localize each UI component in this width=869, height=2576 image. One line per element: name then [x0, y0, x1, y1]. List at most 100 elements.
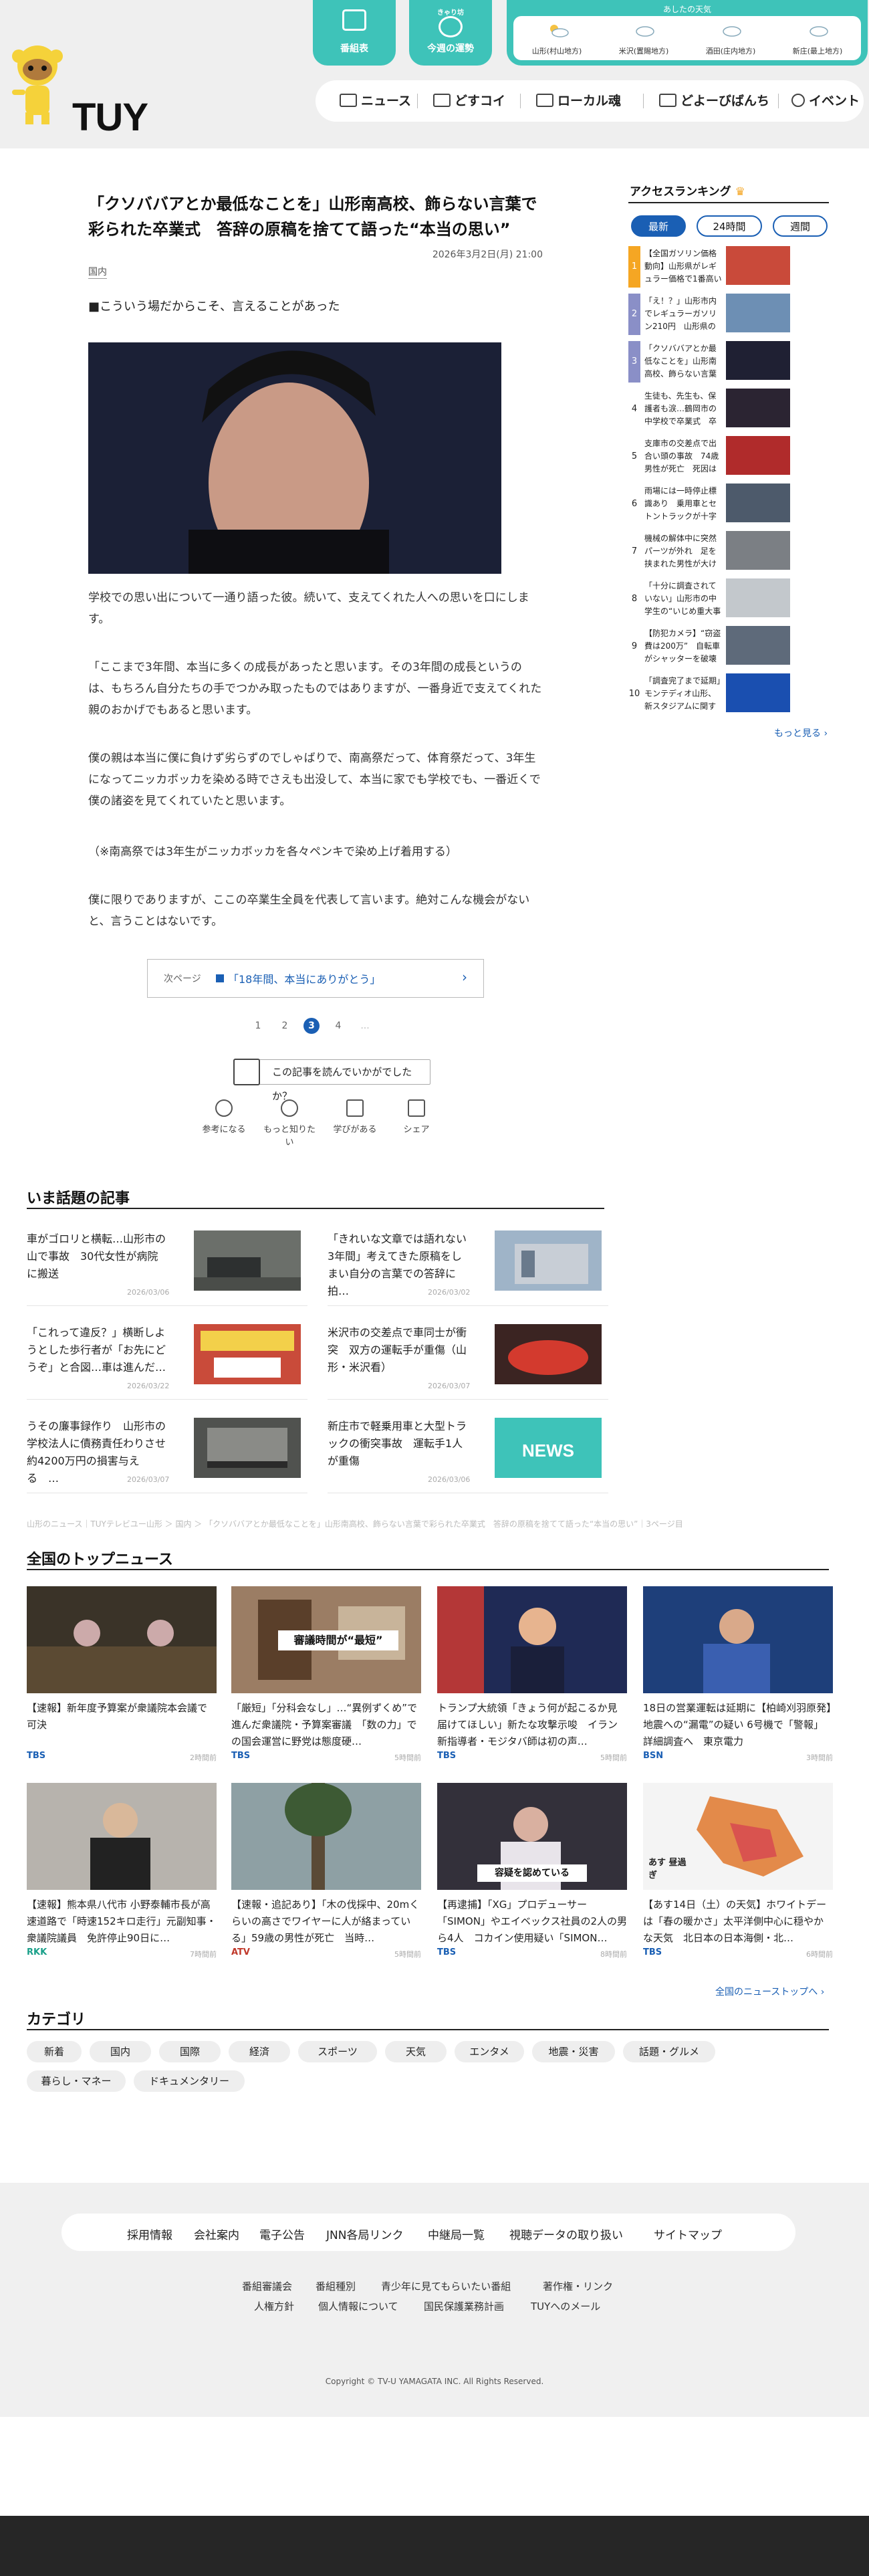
- svg-text:NEWS: NEWS: [522, 1440, 574, 1461]
- footer-link[interactable]: 著作権・リンク: [543, 2279, 613, 2293]
- ranking-item[interactable]: 2「え！？」山形市内でレギュラーガソリン210円 山形県の特状は？ 大幅値上げに…: [628, 294, 829, 335]
- nav-local[interactable]: ローカル魂: [536, 80, 621, 122]
- reaction-share[interactable]: シェア: [386, 1099, 447, 1140]
- ranking-title: 【防犯カメラ】“窃盗費は200万” 自転車がシャッターを破壊し逃走…家人は警察に…: [644, 629, 721, 663]
- ranking-heading: アクセスランキング ♛: [630, 182, 745, 199]
- category-chip[interactable]: 地震・災害: [532, 2041, 615, 2062]
- weather-area-name: 米沢(置賜地方): [618, 47, 669, 56]
- news-time: 5時間前: [600, 1753, 627, 1762]
- footer-link[interactable]: 中継局一覧: [428, 2226, 485, 2242]
- footer-link[interactable]: 視聴データの取り扱い: [509, 2226, 623, 2242]
- ranking-item[interactable]: 10 「調査完了まで延期」モンテディオ山形、新スタジアムに関するエスコンとの共同会…: [628, 673, 829, 715]
- footer-link[interactable]: 番組審議会: [242, 2279, 292, 2293]
- category-chip[interactable]: 国際: [159, 2041, 221, 2062]
- nav-news[interactable]: ニュース: [340, 80, 411, 122]
- category-chip[interactable]: スポーツ: [298, 2041, 377, 2062]
- footer-link[interactable]: 青少年に見てもらいたい番組: [381, 2279, 511, 2293]
- news-source: RKK: [27, 1947, 47, 1957]
- category-chip[interactable]: 新着: [27, 2041, 82, 2062]
- news-thumbnail: [643, 1586, 833, 1693]
- article-title: 「クソババアとか最低なことを」山形南高校、飾らない言葉で彩られた卒業式 答辞の原…: [88, 195, 537, 239]
- ranking-item[interactable]: 1【全国ガソリン価格動向】山形県がレギュラー価格で1番高い結果に 最終の石油情報…: [628, 246, 829, 288]
- reaction-know-more[interactable]: もっと知りたい: [259, 1099, 320, 1148]
- reaction-learning[interactable]: 学びがある: [325, 1099, 385, 1140]
- reaction-useful[interactable]: 参考になる: [194, 1099, 254, 1140]
- ranking-item[interactable]: 3「クソババアとか最低なことを」山形南高校、飾らない言葉で彩られた卒業式 答辞の…: [628, 341, 829, 383]
- footer-link[interactable]: 国民保護業務計画: [424, 2299, 504, 2313]
- article-lead: ■こういう場だからこそ、言えることがあった: [88, 300, 340, 314]
- tv-icon: [536, 94, 553, 107]
- article-category[interactable]: 国内: [88, 265, 107, 279]
- ranking-number: 10: [628, 689, 640, 699]
- trending-title: 「これって違反？」横断しようとした歩行者が「お先にどうぞ」と合図…車は進んだ…: [27, 1326, 166, 1374]
- ranking-item[interactable]: 9 【防犯カメラ】“窃盗費は200万” 自転車がシャッターを破壊し逃走…家人は警察…: [628, 626, 829, 667]
- ranking-title: 支庫市の交差点で出合い頭の事故 74歳男性が死亡 死因は心臓後と判明（山形）: [644, 439, 719, 473]
- ranking-item[interactable]: 7 機械の解体中に突然パーツが外れ 足を挟まれた男性が大けが（山形・村山市）: [628, 531, 829, 572]
- category-chip[interactable]: 天気: [385, 2041, 447, 2062]
- reaction-label: シェア: [403, 1125, 430, 1135]
- trending-date: 2026/03/06: [428, 1475, 471, 1484]
- site-logo[interactable]: TUY: [72, 95, 148, 140]
- category-chip[interactable]: 話題・グルメ: [623, 2041, 715, 2062]
- category-chip[interactable]: 国内: [90, 2041, 151, 2062]
- ranking-item[interactable]: 6 雨場には一時停止標識あり 乗用車とセトントラックが十字路交差点で出合い頭に衝突…: [628, 484, 829, 525]
- ranking-tab-weekly[interactable]: 週間: [773, 215, 828, 237]
- footer-link[interactable]: 個人情報について: [318, 2299, 398, 2313]
- ranking-tab-latest[interactable]: 最新: [631, 215, 686, 237]
- weather-area[interactable]: 米沢(置賜地方): [600, 16, 687, 60]
- footer-link[interactable]: 電子公告: [259, 2226, 305, 2242]
- footer-link[interactable]: 番組種別: [316, 2279, 356, 2293]
- reaction-label: 学びがある: [333, 1125, 377, 1135]
- ranking-thumbnail: [726, 294, 790, 332]
- nav-dosukoi[interactable]: どすコイ: [433, 80, 505, 122]
- weather-widget[interactable]: あしたの天気 山形(村山地方) 米沢(置賜地方) 酒田(庄内地方) 新庄(最上地…: [507, 0, 868, 66]
- footer-link[interactable]: JNN各局リンク: [326, 2226, 403, 2242]
- flag-icon: [791, 94, 805, 107]
- ranking-item[interactable]: 4 生徒も、先生も、保護者も涙…鶴岡市の中学校で卒業式 卒業生が感謝と共に涙を流…: [628, 389, 829, 430]
- ranking-tab-24h[interactable]: 24時間: [697, 215, 762, 237]
- ranking-title: 機械の解体中に突然パーツが外れ 足を挟まれた男性が大けが（山形・村山市）: [644, 534, 717, 568]
- news-thumbnail: [27, 1783, 217, 1890]
- weather-area[interactable]: 酒田(庄内地方): [687, 16, 774, 60]
- mascot-logo-icon[interactable]: [5, 40, 70, 126]
- page-link-4[interactable]: 4: [330, 1018, 346, 1034]
- ranking-thumbnail: [726, 578, 790, 617]
- weather-area[interactable]: 新庄(最上地方): [774, 16, 861, 60]
- ranking-number: 2: [628, 294, 640, 335]
- nav-event[interactable]: イベント: [791, 80, 860, 122]
- fortune-button[interactable]: きゃり坊 今週の運勢: [409, 0, 492, 66]
- tv-schedule-button[interactable]: 番組表: [313, 0, 396, 66]
- category-chip[interactable]: エンタメ: [455, 2041, 524, 2062]
- next-page-link[interactable]: 次ページ 「18年間、本当にありがとう」 ›: [147, 959, 484, 998]
- ranking-title: 「調査完了まで延期」モンテディオ山形、新スタジアムに関するエスコンとの共同会見…: [644, 676, 721, 711]
- page-link-2[interactable]: 2: [277, 1018, 293, 1034]
- footer-link[interactable]: 会社案内: [194, 2226, 239, 2242]
- footer-link[interactable]: サイトマップ: [654, 2226, 722, 2242]
- page-link-1[interactable]: 1: [250, 1018, 266, 1034]
- top-news-more-link[interactable]: 全国のニューストップへ ›: [715, 1985, 824, 1998]
- book-icon: [346, 1099, 364, 1117]
- fortune-label: 今週の運勢: [427, 43, 474, 54]
- footer-link[interactable]: TUYへのメール: [531, 2299, 600, 2313]
- category-chip[interactable]: ドキュメンタリー: [134, 2070, 245, 2092]
- page-link-current[interactable]: 3: [303, 1018, 320, 1034]
- top-news-underline: [27, 1569, 829, 1570]
- footer-link[interactable]: 採用情報: [127, 2226, 172, 2242]
- tv-icon: [659, 94, 676, 107]
- category-chip[interactable]: 経済: [229, 2041, 290, 2062]
- news-source: ATV: [231, 1947, 250, 1957]
- nav-doyobi[interactable]: どよーびばんち: [659, 80, 769, 122]
- ranking-more-link[interactable]: もっと見る ›: [774, 726, 828, 740]
- breadcrumb[interactable]: 山形のニュース｜TUYテレビユー山形 ＞ 国内 ＞ 「クソババアとか最低なことを…: [27, 1518, 842, 1529]
- news-title: 「厳短」「分科会なし」…“異例ずくめ”で進んだ衆議院・予算案審議 「数の力」での…: [231, 1702, 418, 1747]
- news-title: 【速報】新年度予算案が衆議院本会議で可決: [27, 1702, 208, 1731]
- site-header: TUY 番組表 きゃり坊 今週の運勢 あしたの天気 山形(村山地方) 米沢(置賜…: [0, 0, 869, 148]
- category-chip[interactable]: 暮らし・マネー: [27, 2070, 126, 2092]
- article-paragraph: （※南高祭では3年生がニッカボッカを各々ペンキで染め上げ着用する）: [88, 845, 458, 859]
- ranking-number: 7: [631, 546, 638, 556]
- footer-link[interactable]: 人権方針: [254, 2299, 294, 2313]
- ranking-item[interactable]: 8 「十分に調査されていない」山形市の中学生の“いじめ重大事案” 山形市長が回答…: [628, 578, 829, 620]
- weather-area[interactable]: 山形(村山地方): [513, 16, 600, 60]
- ranking-item[interactable]: 5 支庫市の交差点で出合い頭の事故 74歳男性が死亡 死因は心臓後と判明（山形）: [628, 436, 829, 477]
- weather-area-name: 山形(村山地方): [531, 47, 582, 56]
